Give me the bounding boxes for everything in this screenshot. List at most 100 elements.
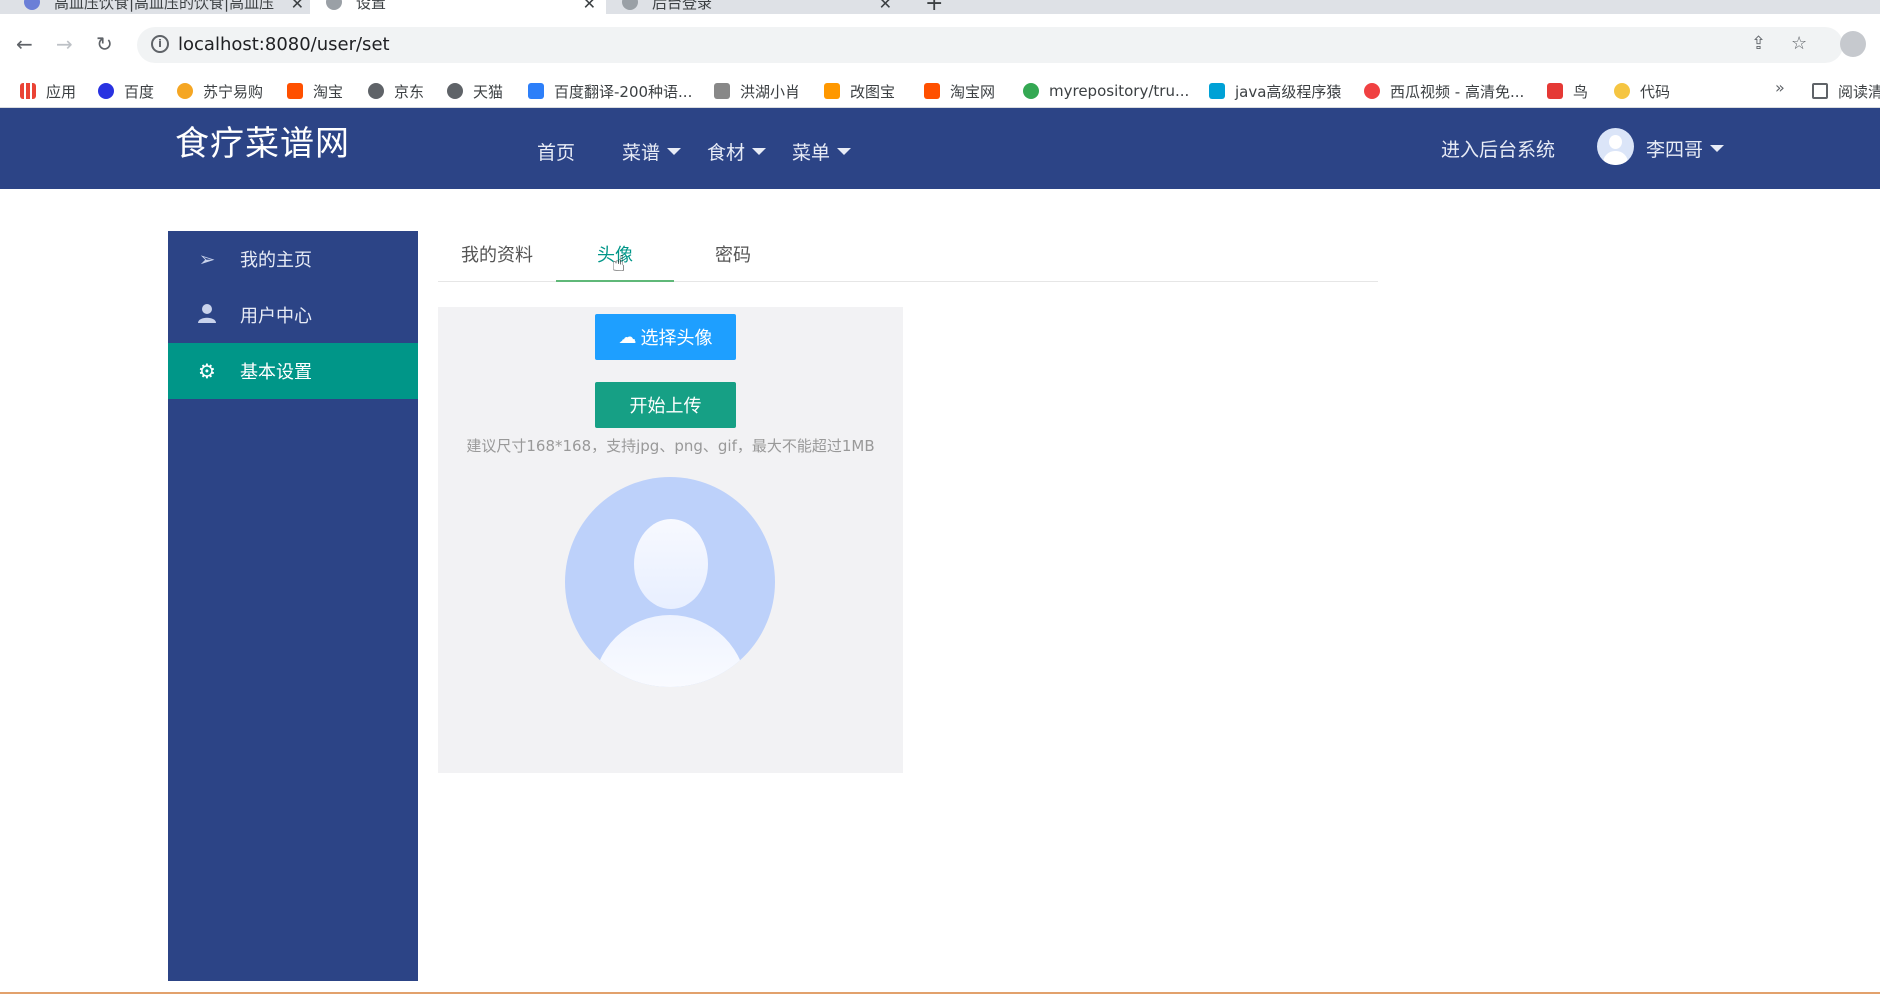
browser-tab[interactable]: 后台登录 ✕ <box>622 0 902 14</box>
avatar-upload-panel: ☁ 选择头像 开始上传 建议尺寸168*168，支持jpg、png、gif，最大… <box>438 307 903 773</box>
bookmark-item[interactable]: 改图宝 <box>824 78 895 104</box>
mouse-cursor-icon: ☝ <box>612 252 626 277</box>
choose-avatar-label: 选择头像 <box>640 328 713 349</box>
bookmark-label: 天猫 <box>473 82 504 101</box>
globe-icon <box>622 0 638 10</box>
bookmark-item[interactable]: 淘宝网 <box>924 78 995 104</box>
bookmark-item[interactable]: java高级程序猿 <box>1209 78 1341 104</box>
bookmark-label: 淘宝 <box>313 82 344 101</box>
reading-list[interactable]: 阅读清 <box>1812 78 1880 104</box>
bookmark-label: 淘宝网 <box>950 82 996 101</box>
sidebar-item-settings[interactable]: ⚙ 基本设置 <box>168 343 418 399</box>
sidebar-item-home[interactable]: ➢ 我的主页 <box>168 231 418 287</box>
bookmarks-bar: 应用 百度 苏宁易购 淘宝 京东 天猫 百度翻译-200种语... 洪湖小肖 改… <box>0 74 1880 108</box>
app-icon <box>714 83 730 99</box>
gear-icon: ⚙ <box>198 359 216 383</box>
forward-icon[interactable]: → <box>56 32 73 56</box>
browser-tab-active[interactable]: 设置 ✕ <box>310 0 606 14</box>
browser-tabstrip: 高血压饮食|高血压的饮食|高血压 ✕ 设置 ✕ 后台登录 ✕ + <box>0 0 1880 14</box>
back-icon[interactable]: ← <box>16 32 33 56</box>
close-icon[interactable]: ✕ <box>583 0 596 13</box>
translate-icon <box>528 83 544 99</box>
caret-down-icon <box>667 148 682 155</box>
sidebar-item-user-center[interactable]: 用户中心 <box>168 287 418 343</box>
app-icon <box>1614 83 1630 99</box>
settings-tabs: 我的资料 头像 密码 <box>438 236 1378 282</box>
caret-down-icon <box>1710 145 1725 152</box>
bookmark-label: 百度 <box>124 82 155 101</box>
backend-link[interactable]: 进入后台系统 <box>1441 135 1555 162</box>
page-bottom-border <box>0 992 1880 994</box>
bookmark-item[interactable]: myrepository/tru... <box>1023 78 1189 104</box>
bookmark-item[interactable]: 应用 <box>20 78 76 104</box>
site-header: 食疗菜谱网 首页 菜谱 食材 菜单 进入后台系统 李四哥 <box>0 108 1880 189</box>
bookmark-label: 百度翻译-200种语... <box>554 82 693 101</box>
new-tab-icon[interactable]: + <box>925 0 943 14</box>
tab-profile[interactable]: 我的资料 <box>438 236 556 282</box>
suning-lion-icon <box>177 83 193 99</box>
bird-icon <box>1547 83 1563 99</box>
nav-recipes[interactable]: 菜谱 <box>622 138 682 165</box>
taobao-icon <box>287 83 303 99</box>
nav-home[interactable]: 首页 <box>537 138 575 165</box>
nav-label: 菜谱 <box>622 142 661 164</box>
sidebar-item-label: 用户中心 <box>240 306 312 327</box>
bookmark-item[interactable]: 淘宝 <box>287 78 343 104</box>
bookmarks-overflow-icon[interactable]: » <box>1775 78 1785 97</box>
start-upload-button[interactable]: 开始上传 <box>595 382 736 428</box>
nav-ingredients[interactable]: 食材 <box>707 138 767 165</box>
profile-avatar[interactable] <box>1840 31 1866 57</box>
address-url[interactable]: localhost:8080/user/set <box>178 34 390 55</box>
bookmark-label: 洪湖小肖 <box>740 82 801 101</box>
bookmark-item[interactable]: 代码 <box>1614 78 1670 104</box>
bookmark-label: 改图宝 <box>850 82 896 101</box>
site-logo[interactable]: 食疗菜谱网 <box>175 116 350 165</box>
sidebar-item-label: 我的主页 <box>240 250 312 271</box>
paper-plane-icon: ➢ <box>198 247 216 271</box>
bookmark-label: 京东 <box>394 82 425 101</box>
bookmark-label: 代码 <box>1640 82 1671 101</box>
reload-icon[interactable]: ↻ <box>96 32 113 56</box>
reading-list-label: 阅读清 <box>1838 82 1880 101</box>
caret-down-icon <box>837 148 852 155</box>
xigua-icon <box>1364 83 1380 99</box>
reading-list-icon <box>1812 83 1828 99</box>
bookmark-label: java高级程序猿 <box>1235 82 1342 101</box>
bookmark-item[interactable]: 百度 <box>98 78 154 104</box>
bookmark-label: 西瓜视频 - 高清免... <box>1390 82 1525 101</box>
bookmark-item[interactable]: 洪湖小肖 <box>714 78 800 104</box>
baidu-paw-icon <box>98 83 114 99</box>
bookmark-item[interactable]: 天猫 <box>447 78 503 104</box>
bookmark-star-icon[interactable]: ☆ <box>1791 33 1807 54</box>
bookmark-item[interactable]: 苏宁易购 <box>177 78 263 104</box>
share-icon[interactable]: ⇪ <box>1751 33 1766 54</box>
user-menu[interactable]: 李四哥 <box>1646 135 1725 162</box>
bookmark-item[interactable]: 西瓜视频 - 高清免... <box>1364 78 1524 104</box>
caret-down-icon <box>752 148 767 155</box>
sidebar: ➢ 我的主页 用户中心 ⚙ 基本设置 <box>168 231 418 981</box>
avatar-preview <box>565 477 775 687</box>
nav-label: 菜单 <box>792 142 831 164</box>
tab-password[interactable]: 密码 <box>674 236 792 282</box>
globe-icon <box>368 83 384 99</box>
address-bar[interactable]: i localhost:8080/user/set ⇪ ☆ <box>137 27 1843 63</box>
browser-tab-title: 后台登录 <box>652 0 713 12</box>
bilibili-icon <box>1209 83 1225 99</box>
choose-avatar-button[interactable]: ☁ 选择头像 <box>595 314 736 360</box>
close-icon[interactable]: ✕ <box>291 0 304 13</box>
nav-menus[interactable]: 菜单 <box>792 138 852 165</box>
avatar[interactable] <box>1597 128 1634 165</box>
browser-tab[interactable]: 高血压饮食|高血压的饮食|高血压 ✕ <box>24 0 314 14</box>
bookmark-label: myrepository/tru... <box>1049 82 1190 100</box>
user-name: 李四哥 <box>1646 139 1704 161</box>
bookmark-item[interactable]: 百度翻译-200种语... <box>528 78 692 104</box>
bookmark-item[interactable]: 鸟 <box>1547 78 1588 104</box>
globe-icon <box>447 83 463 99</box>
nav-label: 首页 <box>537 142 576 164</box>
close-icon[interactable]: ✕ <box>879 0 892 13</box>
site-info-icon[interactable]: i <box>151 35 169 53</box>
taobao-icon <box>924 83 940 99</box>
browser-tab-title: 设置 <box>356 0 387 12</box>
app-icon <box>824 83 840 99</box>
bookmark-item[interactable]: 京东 <box>368 78 424 104</box>
